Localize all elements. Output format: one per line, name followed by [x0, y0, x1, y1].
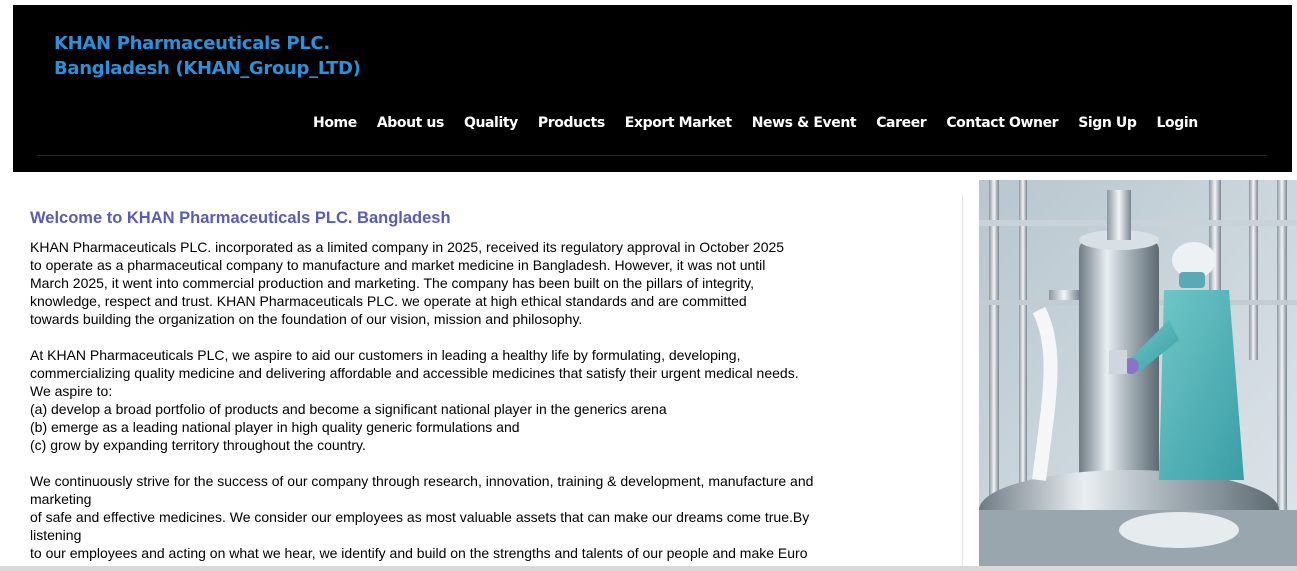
- text-line: KHAN Pharmaceuticals PLC. incorporated a…: [30, 239, 785, 255]
- text-line: We aspire to:: [30, 383, 113, 399]
- text-line: (c) grow by expanding territory througho…: [30, 437, 366, 453]
- text-line: listening: [30, 527, 82, 543]
- text-line: We continuously strive for the success o…: [30, 473, 814, 489]
- nav-about-us[interactable]: About us: [377, 115, 445, 131]
- mission-paragraph: We continuously strive for the success o…: [30, 472, 945, 562]
- page: KHAN Pharmaceuticals PLC. Bangladesh (KH…: [0, 0, 1297, 571]
- nav-products[interactable]: Products: [538, 115, 605, 131]
- text-line: marketing: [30, 491, 92, 507]
- nav-home[interactable]: Home: [313, 115, 357, 131]
- brand-logo-text[interactable]: KHAN Pharmaceuticals PLC. Bangladesh (KH…: [54, 31, 361, 81]
- aspiration-paragraph: At KHAN Pharmaceuticals PLC, we aspire t…: [30, 346, 945, 454]
- text-line: At KHAN Pharmaceuticals PLC, we aspire t…: [30, 347, 741, 363]
- text-line: knowledge, respect and trust. KHAN Pharm…: [30, 293, 747, 309]
- nav-contact-owner[interactable]: Contact Owner: [946, 115, 1058, 131]
- text-line: to our employees and acting on what we h…: [30, 545, 808, 561]
- pharmaceutical-lab-photo: [979, 180, 1297, 571]
- content-divider: [962, 195, 963, 571]
- main-content: Welcome to KHAN Pharmaceuticals PLC. Ban…: [30, 208, 945, 562]
- text-line: commercializing quality medicine and del…: [30, 365, 799, 381]
- text-line: (b) emerge as a leading national player …: [30, 419, 520, 435]
- nav-sign-up[interactable]: Sign Up: [1078, 115, 1137, 131]
- site-header: KHAN Pharmaceuticals PLC. Bangladesh (KH…: [13, 5, 1292, 172]
- lab-illustration: [979, 180, 1297, 571]
- page-title: Welcome to KHAN Pharmaceuticals PLC. Ban…: [30, 209, 451, 227]
- header-divider: [37, 155, 1267, 156]
- text-line: towards building the organization on the…: [30, 311, 583, 327]
- text-line: March 2025, it went into commercial prod…: [30, 275, 754, 291]
- nav-login[interactable]: Login: [1157, 115, 1199, 131]
- bottom-scroll-edge: [0, 566, 1297, 571]
- text-line: to operate as a pharmaceutical company t…: [30, 257, 766, 273]
- nav-news-event[interactable]: News & Event: [752, 115, 857, 131]
- text-line: of safe and effective medicines. We cons…: [30, 509, 810, 525]
- main-nav: Home About us Quality Products Export Ma…: [313, 112, 1198, 134]
- nav-export-market[interactable]: Export Market: [625, 115, 732, 131]
- nav-career[interactable]: Career: [876, 115, 927, 131]
- brand-line-1: KHAN Pharmaceuticals PLC.: [54, 33, 330, 54]
- nav-quality[interactable]: Quality: [464, 115, 518, 131]
- intro-paragraph: KHAN Pharmaceuticals PLC. incorporated a…: [30, 238, 945, 328]
- brand-line-2: Bangladesh (KHAN_Group_LTD): [54, 58, 361, 79]
- text-line: (a) develop a broad portfolio of product…: [30, 401, 667, 417]
